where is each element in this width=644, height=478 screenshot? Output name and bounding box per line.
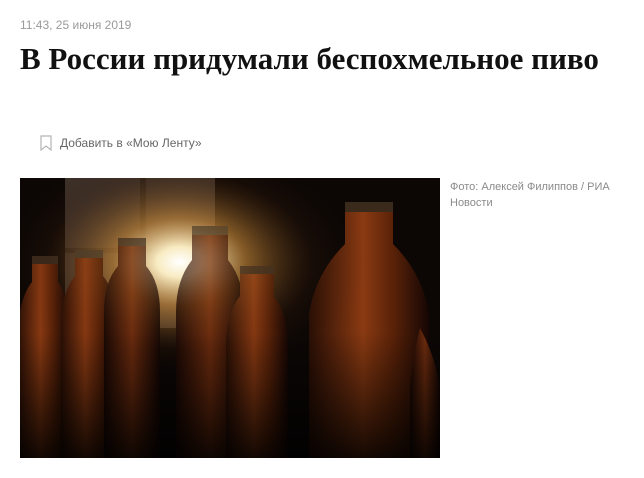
article-headline: В России придумали беспохмельное пиво <box>20 41 599 76</box>
bookmark-icon <box>40 135 52 152</box>
publish-timestamp: 11:43, 25 июня 2019 <box>20 18 132 32</box>
article-photo <box>20 178 440 458</box>
photo-caption: Фото: Алексей Филиппов / РИА Новости <box>450 181 610 209</box>
add-to-feed-label: Добавить в «Мою Ленту» <box>60 136 202 150</box>
add-to-feed-button[interactable]: Добавить в «Мою Ленту» <box>40 135 202 152</box>
